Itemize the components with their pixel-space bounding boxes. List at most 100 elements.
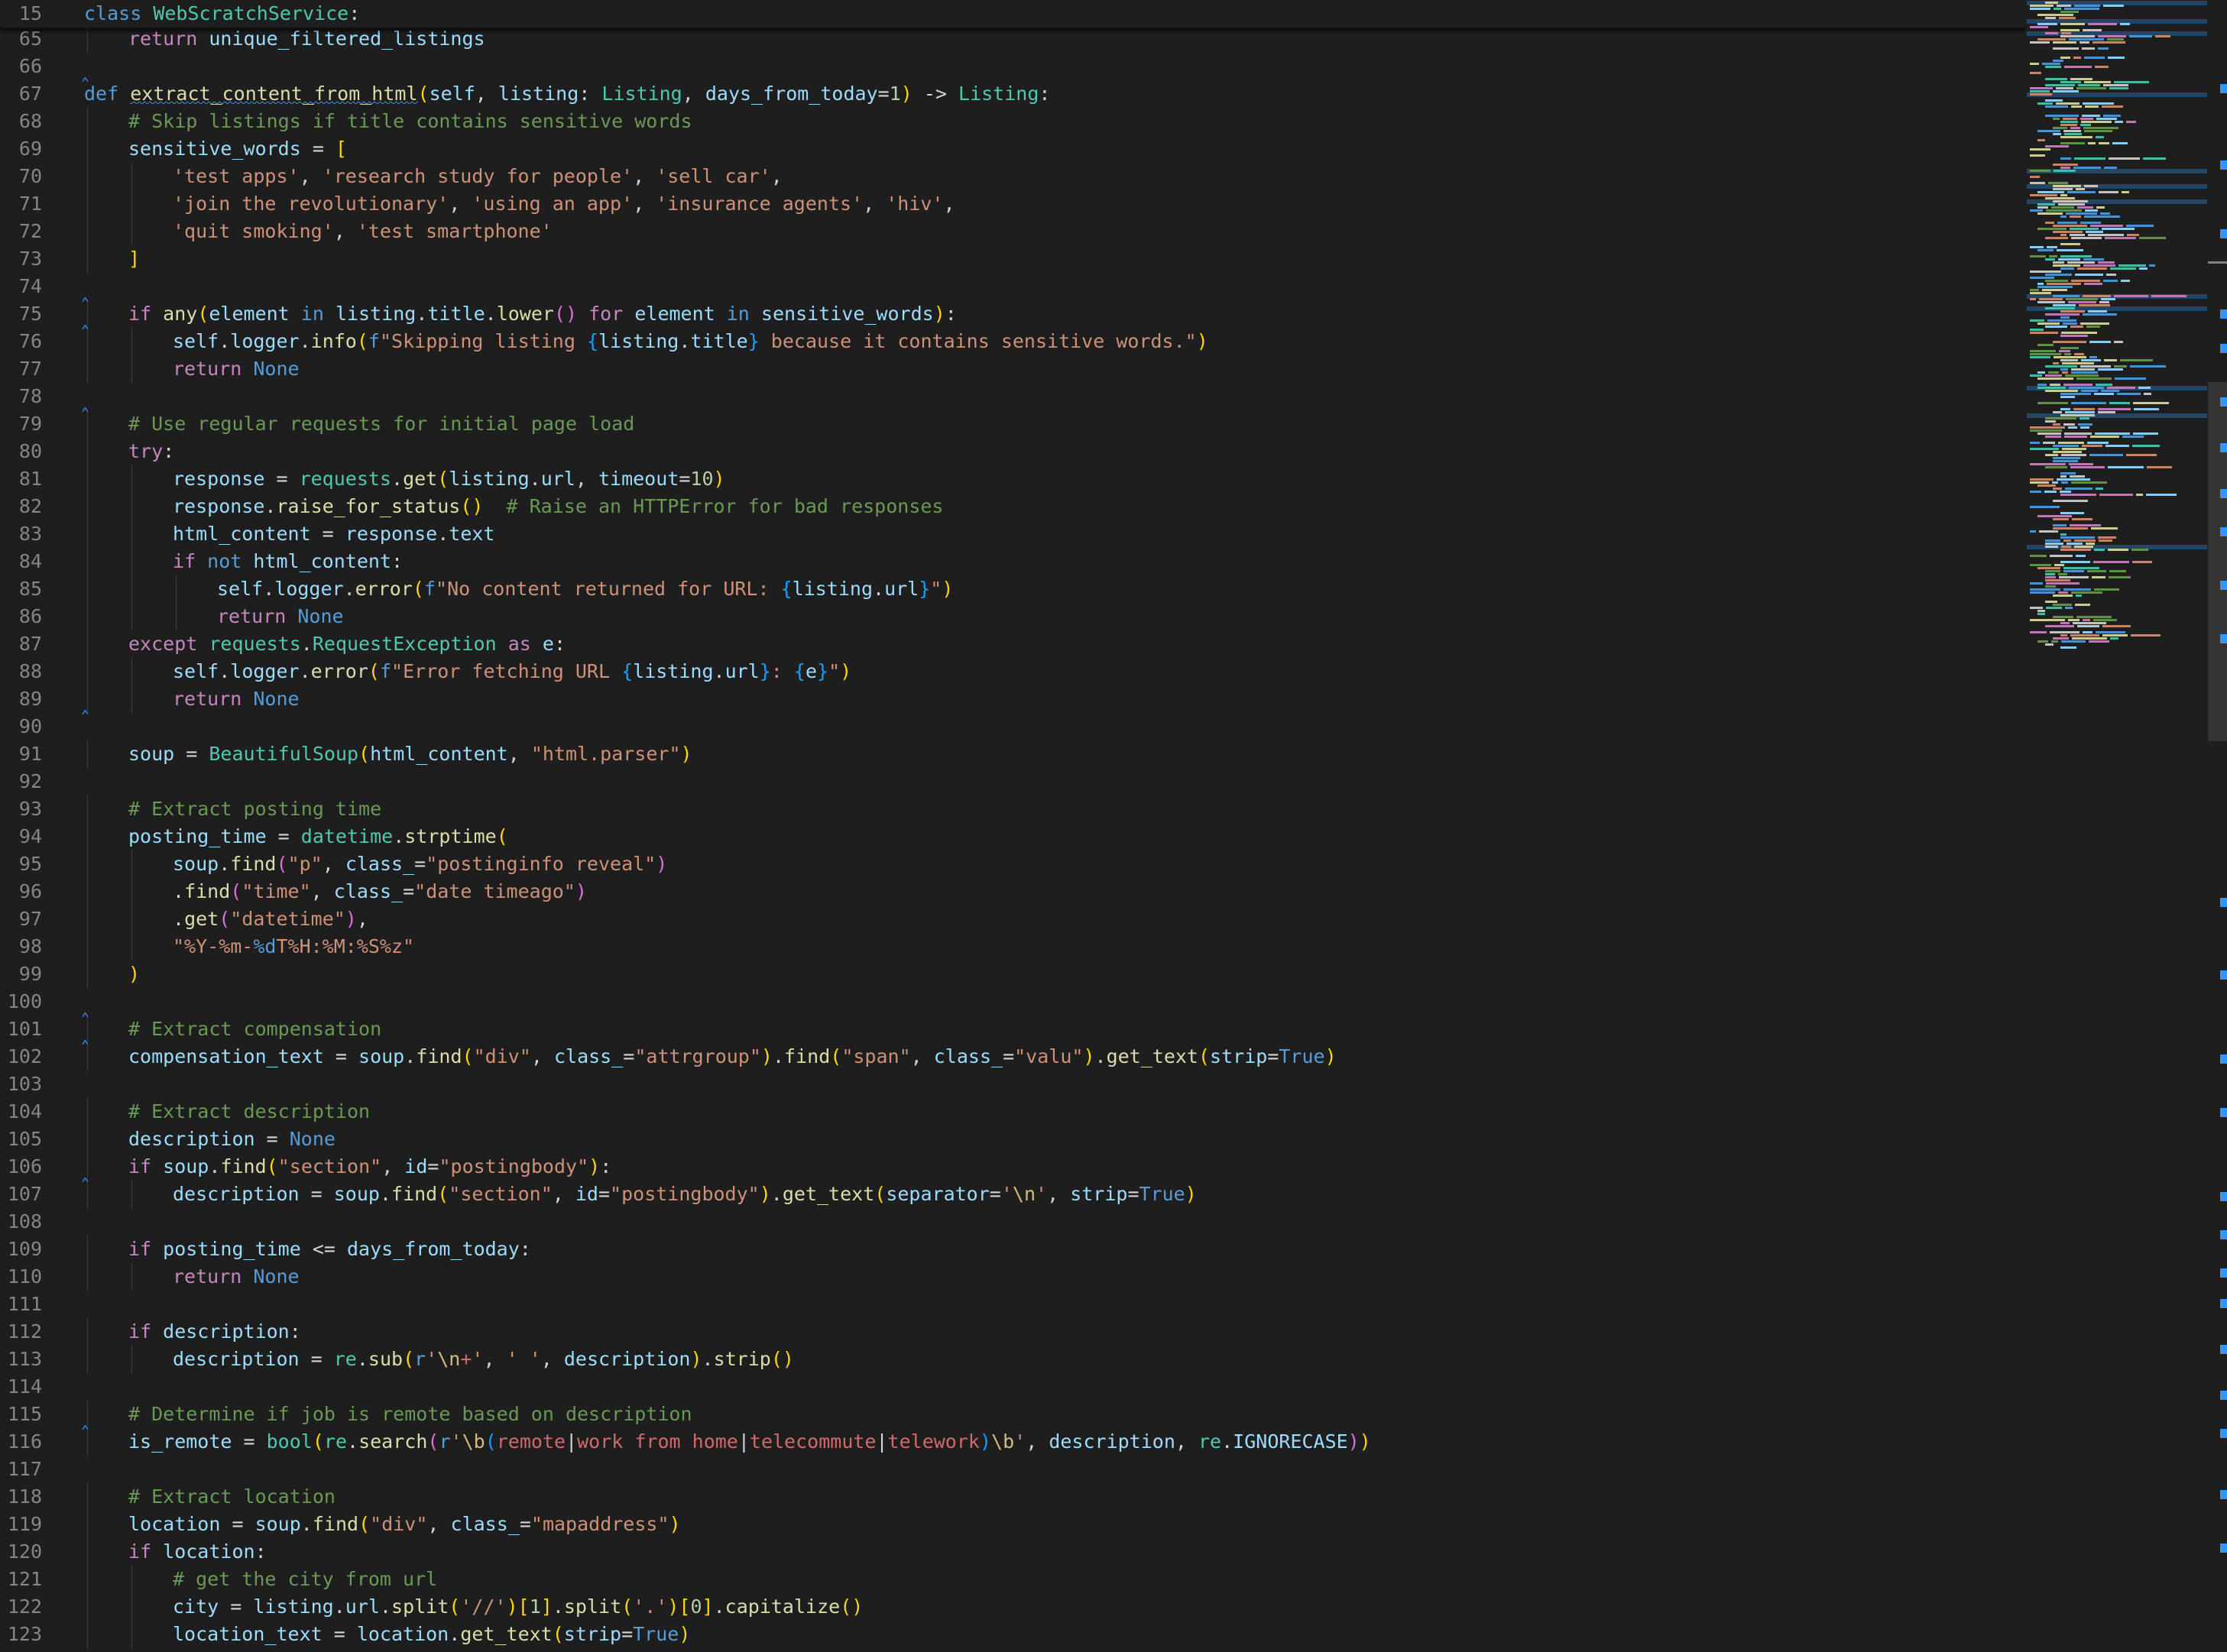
diff-indicator-icon[interactable]: ⌃ [81, 324, 90, 338]
code-line[interactable]: 105 description = None [0, 1126, 2025, 1153]
code-line[interactable]: 86 return None [0, 603, 2025, 630]
code-line[interactable]: 102 compensation_text = soup.find("div", … [0, 1043, 2025, 1071]
diff-indicator-icon[interactable]: ⌃ [81, 1039, 90, 1053]
code-line[interactable]: 67 def extract_content_from_html(self, li… [0, 80, 2025, 108]
code-line[interactable]: 83 html_content = response.text [0, 520, 2025, 548]
code-line[interactable]: 76 self.logger.info(f"Skipping listing {l… [0, 328, 2025, 355]
code-editor[interactable]: 15 class WebScratchService: 65 return uniqu… [0, 0, 2227, 1652]
code-token: datetime [300, 825, 394, 847]
code-line[interactable]: 89 return None [0, 685, 2025, 713]
minimap-line [2045, 546, 2058, 548]
minimap[interactable] [2027, 0, 2207, 1652]
code-token: BeautifulSoup [209, 743, 359, 765]
code-line[interactable]: 117 [0, 1456, 2025, 1483]
code-line[interactable]: 65 return unique_filtered_listings [0, 25, 2025, 53]
code-line[interactable]: 101 # Extract compensation [0, 1015, 2025, 1043]
code-line[interactable]: 99) [0, 960, 2025, 988]
diff-indicator-icon[interactable]: ⌃ [81, 709, 90, 723]
code-line[interactable]: 78 [0, 383, 2025, 410]
code-token: requests [299, 468, 391, 490]
code-token: [ [679, 1595, 691, 1618]
code-line[interactable]: 92 [0, 768, 2025, 795]
code-line[interactable]: 66 [0, 53, 2025, 80]
minimap-line [2064, 353, 2071, 355]
code-line[interactable]: 114 [0, 1373, 2025, 1401]
code-line[interactable]: 98 "%Y-%m-%dT%H:%M:%S%z" [0, 933, 2025, 960]
code-token: \n [437, 1348, 461, 1370]
code-line[interactable]: 79 # Use regular requests for initial pag… [0, 410, 2025, 438]
code-line[interactable]: 120 if location: [0, 1538, 2025, 1566]
code-token: if [128, 1155, 164, 1177]
code-line[interactable]: 93 # Extract posting time [0, 795, 2025, 823]
code-line[interactable]: 123 location_text = location.get_text(str… [0, 1621, 2025, 1648]
code-area[interactable]: 15 class WebScratchService: 65 return uniqu… [0, 0, 2025, 1652]
code-line[interactable]: 87 except requests.RequestException as e: [0, 630, 2025, 658]
code-line[interactable]: 108 [0, 1208, 2025, 1236]
code-line[interactable]: 104 # Extract description [0, 1098, 2025, 1126]
code-line[interactable]: 95 soup.find("p", class_="postinginfo rev… [0, 850, 2025, 878]
diff-indicator-icon[interactable]: ⌃ [81, 1177, 90, 1190]
code-token: ( [358, 1513, 371, 1535]
minimap-line [2082, 115, 2100, 117]
minimap-line [2045, 99, 2063, 102]
code-line[interactable]: 96 .find("time", class_="date timeago") [0, 878, 2025, 905]
code-token: unique_filtered_listings [209, 28, 485, 50]
code-line[interactable]: 100 [0, 988, 2025, 1015]
code-line[interactable]: 110 return None [0, 1263, 2025, 1291]
code-token: find [312, 1513, 359, 1535]
code-line[interactable]: 88 self.logger.error(f"Error fetching URL… [0, 658, 2025, 685]
code-line[interactable]: 85 self.logger.error(f"No content returne… [0, 575, 2025, 603]
minimap-line [2071, 481, 2107, 484]
code-line[interactable]: 75 if any(element in listing.title.lower(… [0, 300, 2025, 328]
diff-indicator-icon[interactable]: ⌃ [81, 296, 90, 310]
code-line[interactable]: 115 # Determine if job is remote based on… [0, 1401, 2025, 1428]
diff-indicator-icon[interactable]: ⌃ [81, 1424, 90, 1438]
code-line[interactable]: 97 .get("datetime"), [0, 905, 2025, 933]
sticky-scroll-line[interactable]: 15 class WebScratchService: [0, 0, 2025, 29]
code-line[interactable]: 91 soup = BeautifulSoup(html_content, "ht… [0, 740, 2025, 768]
minimap-line [2045, 466, 2067, 468]
code-line[interactable]: 80 try: [0, 438, 2025, 465]
code-line[interactable]: 71 'join the revolutionary', 'using an ap… [0, 190, 2025, 218]
code-line[interactable]: 73] [0, 245, 2025, 273]
code-line[interactable]: 69 sensitive_words = [ [0, 135, 2025, 163]
scrollbar-slider[interactable] [2208, 382, 2227, 741]
code-line[interactable]: 72 'quit smoking', 'test smartphone' [0, 218, 2025, 245]
code-token: description [173, 1348, 300, 1370]
code-line[interactable]: 109 if posting_time <= days_from_today: [0, 1236, 2025, 1263]
code-line[interactable]: 107 description = soup.find("section", id… [0, 1181, 2025, 1208]
code-line[interactable]: 70 'test apps', 'research study for peopl… [0, 163, 2025, 190]
code-line[interactable]: 90 [0, 713, 2025, 740]
code-line[interactable]: 103 [0, 1071, 2025, 1098]
code-line[interactable]: 122 city = listing.url.split('//')[1].spl… [0, 1593, 2025, 1621]
minimap-line [2030, 582, 2043, 585]
diff-indicator-icon[interactable]: ⌃ [81, 1012, 90, 1025]
minimap-line [2030, 442, 2040, 444]
code-line[interactable]: 118 # Extract location [0, 1483, 2025, 1511]
code-token: = [174, 743, 209, 765]
code-line[interactable]: 116 is_remote = bool(re.search(r'\b(remot… [0, 1428, 2025, 1456]
code-line[interactable]: 68 # Skip listings if title contains sens… [0, 108, 2025, 135]
code-line[interactable]: 119 location = soup.find("div", class_="m… [0, 1511, 2025, 1538]
minimap-line [2030, 478, 2054, 481]
diff-indicator-icon[interactable]: ⌃ [81, 407, 90, 420]
code-line[interactable]: 106 if soup.find("section", id="postingbo… [0, 1153, 2025, 1181]
code-token: , [943, 193, 955, 215]
code-line[interactable]: 111 [0, 1291, 2025, 1318]
code-token: url [345, 1595, 380, 1618]
vertical-scrollbar[interactable] [2208, 0, 2227, 1652]
minimap-line [2114, 295, 2148, 297]
code-line[interactable]: 112 if description: [0, 1318, 2025, 1346]
code-line[interactable]: 77 return None [0, 355, 2025, 383]
code-token: { [793, 660, 806, 682]
code-line[interactable]: 121 # get the city from url [0, 1566, 2025, 1593]
code-token: return [217, 605, 298, 627]
line-number: 104 [7, 1100, 42, 1122]
code-line[interactable]: 113 description = re.sub(r'\n+', ' ', des… [0, 1346, 2025, 1373]
code-line[interactable]: 94 posting_time = datetime.strptime( [0, 823, 2025, 850]
code-line[interactable]: 84 if not html_content: [0, 548, 2025, 575]
code-line[interactable]: 74 [0, 273, 2025, 300]
diff-indicator-icon[interactable]: ⌃ [81, 76, 90, 90]
code-line[interactable]: 81 response = requests.get(listing.url, t… [0, 465, 2025, 493]
code-line[interactable]: 82 response.raise_for_status() # Raise an… [0, 493, 2025, 520]
